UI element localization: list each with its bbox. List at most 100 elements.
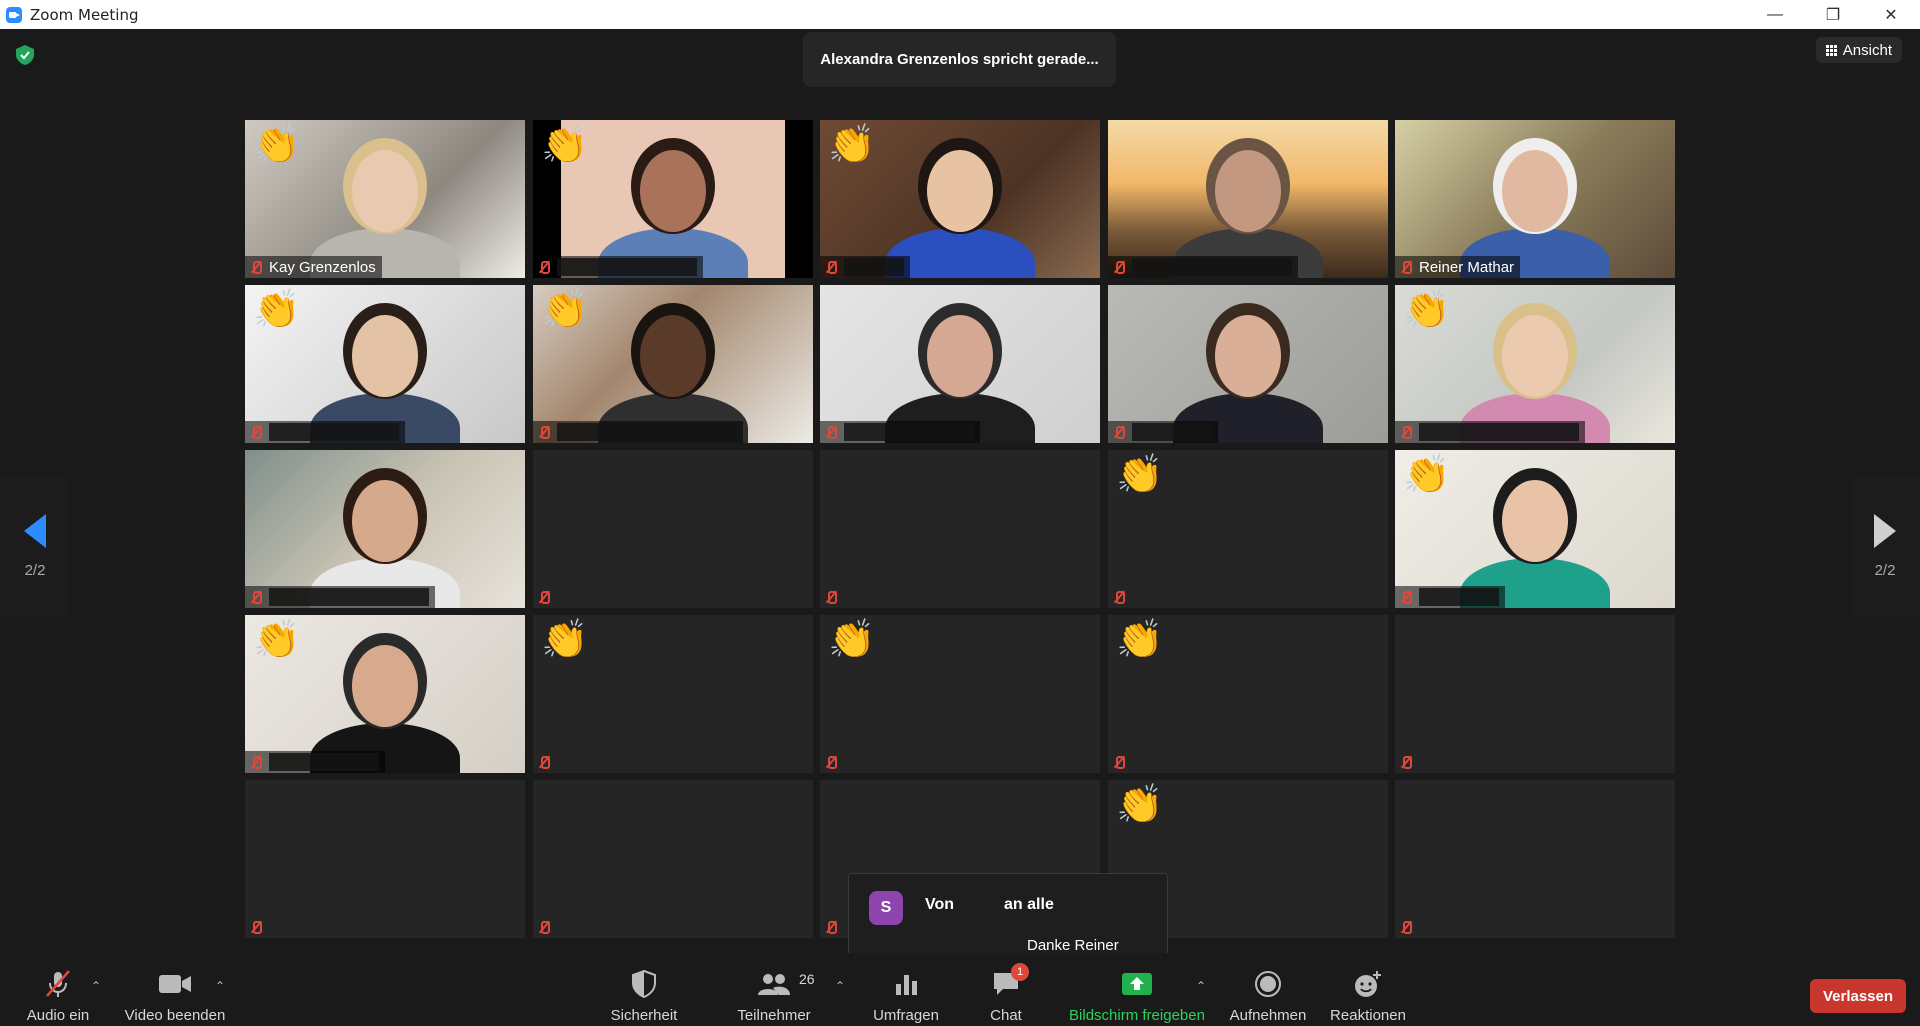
clapping-hands-icon: 👏	[541, 289, 589, 331]
next-page-button[interactable]: 2/2	[1850, 476, 1920, 616]
restore-button[interactable]: ❐	[1804, 0, 1862, 29]
participant-name-bar: Kay Grenzenlos	[245, 256, 382, 278]
participants-options-caret-icon[interactable]: ⌃	[835, 979, 845, 993]
video-button[interactable]: Video beenden	[122, 953, 228, 1026]
close-window-button[interactable]: ✕	[1862, 0, 1920, 29]
polls-button[interactable]: Umfragen	[866, 953, 946, 1026]
participant-tile[interactable]: 👏	[1108, 615, 1388, 773]
chat-button-label: Chat	[990, 1007, 1022, 1024]
redacted-participant-name	[269, 423, 399, 441]
muted-microphone-icon	[1112, 260, 1126, 274]
arrow-left-icon	[24, 513, 46, 548]
share-options-caret-icon[interactable]: ⌃	[1196, 979, 1206, 993]
participant-tile[interactable]: 👏	[1108, 450, 1388, 608]
participant-name-bar	[1395, 916, 1419, 938]
grid-icon	[1825, 44, 1837, 56]
participant-tile[interactable]	[1108, 285, 1388, 443]
video-options-caret-icon[interactable]: ⌃	[215, 979, 225, 993]
arrow-right-icon	[1874, 513, 1896, 548]
muted-microphone-icon	[249, 425, 263, 439]
participant-name-bar	[1108, 256, 1298, 278]
participant-tile[interactable]: 👏	[533, 285, 813, 443]
participant-tile[interactable]	[1108, 120, 1388, 278]
participant-tile[interactable]	[1395, 780, 1675, 938]
reactions-button[interactable]: Reaktionen	[1326, 953, 1410, 1026]
muted-microphone-icon	[824, 920, 838, 934]
muted-microphone-icon	[1399, 425, 1413, 439]
redacted-participant-name	[269, 588, 429, 606]
audio-options-caret-icon[interactable]: ⌃	[91, 979, 101, 993]
redacted-sender-name	[954, 896, 1005, 914]
clapping-hands-icon: 👏	[828, 124, 876, 166]
leave-meeting-button[interactable]: Verlassen	[1810, 979, 1906, 1013]
share-screen-button[interactable]: Bildschirm freigeben	[1064, 953, 1210, 1026]
muted-microphone-icon	[824, 260, 838, 274]
clapping-hands-icon: 👏	[541, 124, 589, 166]
participants-button-label: Teilnehmer	[737, 1007, 811, 1024]
participants-button[interactable]: 26 Teilnehmer	[730, 953, 818, 1026]
window-title: Zoom Meeting	[30, 5, 139, 24]
muted-microphone-icon	[537, 260, 551, 274]
participant-tile[interactable]: 👏	[533, 615, 813, 773]
page-indicator-left: 2/2	[24, 561, 46, 579]
participant-video	[245, 450, 525, 608]
participant-tile[interactable]: 👏	[1395, 450, 1675, 608]
view-button[interactable]: Ansicht	[1815, 37, 1902, 63]
participant-name: Reiner Mathar	[1419, 258, 1515, 276]
muted-microphone-icon	[1112, 755, 1126, 769]
video-camera-icon	[158, 969, 192, 999]
participant-tile[interactable]: 👏 Kay Grenzenlos	[245, 120, 525, 278]
chat-from-label: Von	[925, 896, 955, 913]
participant-tile[interactable]	[533, 450, 813, 608]
participant-name-bar	[245, 586, 435, 608]
participant-name-bar	[820, 751, 844, 773]
participant-video	[820, 285, 1100, 443]
participant-tile[interactable]	[245, 780, 525, 938]
minimize-button[interactable]: —	[1746, 0, 1804, 29]
record-button[interactable]: Aufnehmen	[1224, 953, 1312, 1026]
participant-name-bar	[245, 421, 405, 443]
participant-tile[interactable]	[820, 285, 1100, 443]
participant-tile[interactable]: Reiner Mathar	[1395, 120, 1675, 278]
participant-tile[interactable]	[533, 780, 813, 938]
participants-icon: 26	[757, 969, 815, 999]
redacted-participant-name	[844, 423, 974, 441]
encryption-shield-icon[interactable]	[16, 45, 34, 65]
view-button-label: Ansicht	[1842, 41, 1892, 59]
record-button-label: Aufnehmen	[1229, 1007, 1307, 1024]
clapping-hands-icon: 👏	[253, 289, 301, 331]
participant-tile[interactable]: 👏	[245, 615, 525, 773]
security-button[interactable]: Sicherheit	[604, 953, 684, 1026]
participant-tile[interactable]: 👏	[245, 285, 525, 443]
participant-tile[interactable]: 👏	[820, 615, 1100, 773]
redacted-participant-name	[1419, 588, 1499, 606]
security-shield-icon	[632, 969, 656, 999]
record-icon	[1254, 969, 1282, 999]
clapping-hands-icon: 👏	[828, 619, 876, 661]
clapping-hands-icon: 👏	[1116, 784, 1164, 826]
clapping-hands-icon: 👏	[1116, 619, 1164, 661]
reactions-smiley-icon	[1353, 969, 1383, 999]
share-screen-icon	[1122, 969, 1152, 999]
participant-tile[interactable]: 👏	[533, 120, 813, 278]
muted-microphone-icon	[537, 425, 551, 439]
chat-button[interactable]: 1 Chat	[976, 953, 1036, 1026]
redacted-participant-name	[844, 258, 904, 276]
title-bar: Zoom Meeting — ❐ ✕	[0, 0, 1920, 29]
muted-microphone-icon	[249, 920, 263, 934]
participant-name-bar	[1108, 586, 1132, 608]
participant-tile[interactable]	[245, 450, 525, 608]
participant-tile[interactable]	[1395, 615, 1675, 773]
participant-tile[interactable]: 👏	[1395, 285, 1675, 443]
previous-page-button[interactable]: 2/2	[0, 476, 70, 616]
participant-name-bar	[533, 256, 703, 278]
muted-microphone-icon	[824, 425, 838, 439]
clapping-hands-icon: 👏	[1403, 289, 1451, 331]
meeting-area: Alexandra Grenzenlos spricht gerade... A…	[0, 29, 1920, 985]
participant-tile[interactable]: 👏	[820, 120, 1100, 278]
muted-microphone-icon	[1112, 590, 1126, 604]
audio-button[interactable]: Audio ein	[20, 953, 96, 1026]
share-screen-button-label: Bildschirm freigeben	[1069, 1007, 1205, 1024]
clapping-hands-icon: 👏	[253, 619, 301, 661]
participant-tile[interactable]	[820, 450, 1100, 608]
